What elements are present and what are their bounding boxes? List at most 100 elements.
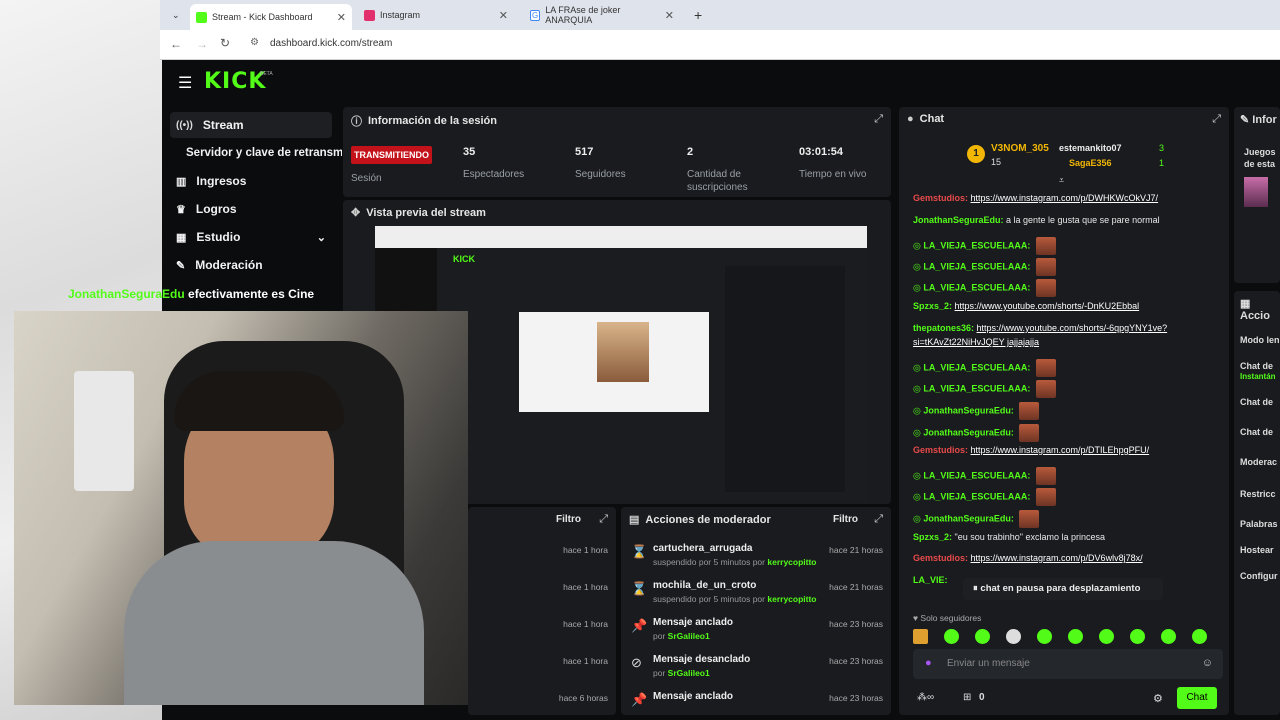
- chat-username[interactable]: Gemstudios:: [913, 445, 971, 455]
- kick-logo[interactable]: KICK: [204, 69, 266, 94]
- sidebar-item-stream[interactable]: ((•)) Stream: [170, 112, 332, 138]
- mod-action-row[interactable]: ⌛ cartuchera_arrugada suspendido por 5 m…: [621, 541, 891, 578]
- tab-kick-dashboard[interactable]: Stream - Kick Dashboard ✕: [190, 4, 352, 30]
- emote-icon[interactable]: [1161, 629, 1176, 644]
- chat-username[interactable]: LA_VIE:: [913, 575, 948, 585]
- chat-message[interactable]: ◎ LA_VIEJA_ESCUELAAA:: [913, 488, 1056, 506]
- chat-message[interactable]: LA_VIE:: [913, 575, 948, 585]
- gift-icon[interactable]: ⊞: [963, 692, 971, 703]
- chat-username[interactable]: JonathanSeguraEdu:: [923, 513, 1016, 523]
- reload-icon[interactable]: ↻: [220, 36, 230, 50]
- chat-input[interactable]: ● Enviar un mensaje ☺: [913, 649, 1223, 679]
- chat-username[interactable]: Gemstudios:: [913, 193, 971, 203]
- chat-username[interactable]: LA_VIEJA_ESCUELAAA:: [923, 261, 1033, 271]
- chat-message[interactable]: ◎ LA_VIEJA_ESCUELAAA:: [913, 380, 1056, 398]
- chat-paused-banner[interactable]: ⏸ chat en pausa para desplazamiento: [963, 578, 1163, 600]
- emote-bar[interactable]: [913, 629, 1223, 645]
- action-item[interactable]: Modo len: [1240, 335, 1280, 345]
- emoji-icon[interactable]: ☺: [1202, 657, 1213, 669]
- chat-message[interactable]: JonathanSeguraEdu: a la gente le gusta q…: [913, 215, 1160, 225]
- sidebar-item-logros[interactable]: ♛ Logros: [170, 196, 332, 222]
- chat-username[interactable]: Spzxs_2:: [913, 532, 955, 542]
- chat-username[interactable]: LA_VIEJA_ESCUELAAA:: [923, 470, 1033, 480]
- chat-link[interactable]: https://www.instagram.com/p/DTILEhpgPFU/: [971, 445, 1150, 455]
- mod-action-row[interactable]: 📌 Mensaje anclado hace 23 horas: [621, 689, 891, 715]
- site-info-icon[interactable]: ⚙: [250, 37, 259, 48]
- chat-message[interactable]: ◎ LA_VIEJA_ESCUELAAA:: [913, 258, 1056, 276]
- sidebar-item-server-key[interactable]: Servidor y clave de retransmisión: [180, 140, 342, 166]
- microphone-icon[interactable]: ●: [925, 657, 932, 669]
- action-item[interactable]: Chat de: [1240, 427, 1273, 437]
- emote-icon[interactable]: [1099, 629, 1114, 644]
- emote-icon[interactable]: [1068, 629, 1083, 644]
- chat-link[interactable]: https://www.instagram.com/p/DV6wlv8j78x/: [971, 553, 1143, 563]
- chat-message[interactable]: ◎ LA_VIEJA_ESCUELAAA:: [913, 467, 1056, 485]
- emote-icon[interactable]: [944, 629, 959, 644]
- chat-username[interactable]: Gemstudios:: [913, 553, 971, 563]
- emote-icon[interactable]: [1192, 629, 1207, 644]
- close-icon[interactable]: ✕: [337, 11, 346, 24]
- emote-icon[interactable]: [913, 629, 928, 644]
- leaderboard-user[interactable]: estemankito07: [1059, 143, 1122, 153]
- menu-icon[interactable]: ☰: [178, 73, 192, 93]
- close-icon[interactable]: ✕: [499, 9, 508, 22]
- chat-username[interactable]: LA_VIEJA_ESCUELAAA:: [923, 240, 1033, 250]
- emote-icon[interactable]: [1130, 629, 1145, 644]
- chat-message[interactable]: Spzxs_2: https://www.youtube.com/shorts/…: [913, 301, 1139, 311]
- chat-link[interactable]: https://www.instagram.com/p/DWHKWcOkVJ7/: [971, 193, 1159, 203]
- chat-message[interactable]: ◎ LA_VIEJA_ESCUELAAA:: [913, 237, 1056, 255]
- chat-link[interactable]: si=tKAvZt22NiHvJQEY jajjajajja: [913, 337, 1039, 347]
- expand-icon[interactable]: ⤢: [1212, 113, 1221, 126]
- expand-icon[interactable]: ⤢: [874, 513, 883, 526]
- action-item[interactable]: Chat de: [1240, 397, 1273, 407]
- mod-action-user[interactable]: SrGalileo1: [668, 668, 710, 678]
- mod-action-user[interactable]: kerrycopitto: [767, 594, 816, 604]
- chat-message[interactable]: Gemstudios: https://www.instagram.com/p/…: [913, 553, 1143, 563]
- chat-username[interactable]: JonathanSeguraEdu:: [913, 215, 1006, 225]
- mod-action-row[interactable]: ⌛ mochila_de_un_croto suspendido por 5 m…: [621, 578, 891, 615]
- chat-username[interactable]: LA_VIEJA_ESCUELAAA:: [923, 491, 1033, 501]
- chat-message[interactable]: Gemstudios: https://www.instagram.com/p/…: [913, 193, 1158, 203]
- chevron-down-icon[interactable]: ⩡: [1059, 175, 1064, 186]
- emote-icon[interactable]: [1006, 629, 1021, 644]
- mod-action-user[interactable]: kerrycopitto: [767, 557, 816, 567]
- action-item[interactable]: Restricc: [1240, 489, 1276, 499]
- send-chat-button[interactable]: Chat: [1177, 687, 1217, 709]
- chat-username[interactable]: LA_VIEJA_ESCUELAAA:: [923, 282, 1033, 292]
- action-item[interactable]: Moderac: [1240, 457, 1277, 467]
- chat-username[interactable]: JonathanSeguraEdu:: [923, 405, 1016, 415]
- expand-icon[interactable]: ⤢: [599, 513, 608, 526]
- emote-icon[interactable]: [975, 629, 990, 644]
- chat-message[interactable]: ◎ JonathanSeguraEdu:: [913, 402, 1040, 420]
- close-icon[interactable]: ✕: [665, 9, 674, 22]
- chat-message[interactable]: Gemstudios: https://www.instagram.com/p/…: [913, 445, 1149, 455]
- chat-message[interactable]: ◎ LA_VIEJA_ESCUELAAA:: [913, 359, 1056, 377]
- action-item[interactable]: Hostear: [1240, 545, 1274, 555]
- chat-message[interactable]: Spzxs_2: "eu sou trabinho" exclamo la pr…: [913, 532, 1105, 542]
- chat-link[interactable]: https://www.youtube.com/shorts/-6qpgYNY1…: [977, 323, 1168, 333]
- chat-username[interactable]: thepatones36:: [913, 323, 977, 333]
- sidebar-item-estudio[interactable]: ▦ Estudio ⌄: [170, 224, 332, 250]
- action-item[interactable]: Chat de: [1240, 361, 1273, 371]
- action-item[interactable]: Palabras: [1240, 519, 1278, 529]
- new-tab-button[interactable]: +: [688, 4, 708, 26]
- mod-action-row[interactable]: 📌 Mensaje anclado por SrGalileo1 hace 23…: [621, 615, 891, 652]
- url-field[interactable]: dashboard.kick.com/stream: [270, 38, 392, 49]
- forward-icon[interactable]: →: [196, 37, 208, 51]
- action-item[interactable]: Configur: [1240, 571, 1278, 581]
- chat-message[interactable]: thepatones36: https://www.youtube.com/sh…: [913, 323, 1167, 333]
- leaderboard-user[interactable]: SagaE356: [1069, 158, 1112, 168]
- tab-google[interactable]: G LA FRAse de joker ANARQUIA ✕: [524, 4, 680, 26]
- chat-message[interactable]: si=tKAvZt22NiHvJQEY jajjajajja: [913, 337, 1039, 347]
- chat-link[interactable]: https://www.youtube.com/shorts/-DnKU2Ebb…: [955, 301, 1140, 311]
- mod-action-row[interactable]: ⊘ Mensaje desanclado por SrGalileo1 hace…: [621, 652, 891, 689]
- chat-username[interactable]: LA_VIEJA_ESCUELAAA:: [923, 383, 1033, 393]
- leaderboard-user[interactable]: V3NOM_305: [991, 143, 1049, 154]
- emote-icon[interactable]: [1037, 629, 1052, 644]
- chat-message[interactable]: ◎ JonathanSeguraEdu:: [913, 424, 1040, 442]
- tab-instagram[interactable]: Instagram ✕: [358, 4, 514, 26]
- sidebar-item-moderacion[interactable]: ✎ Moderación: [170, 252, 332, 278]
- chat-username[interactable]: LA_VIEJA_ESCUELAAA:: [923, 362, 1033, 372]
- chat-message[interactable]: ◎ JonathanSeguraEdu:: [913, 510, 1040, 528]
- mod-action-user[interactable]: SrGalileo1: [668, 631, 710, 641]
